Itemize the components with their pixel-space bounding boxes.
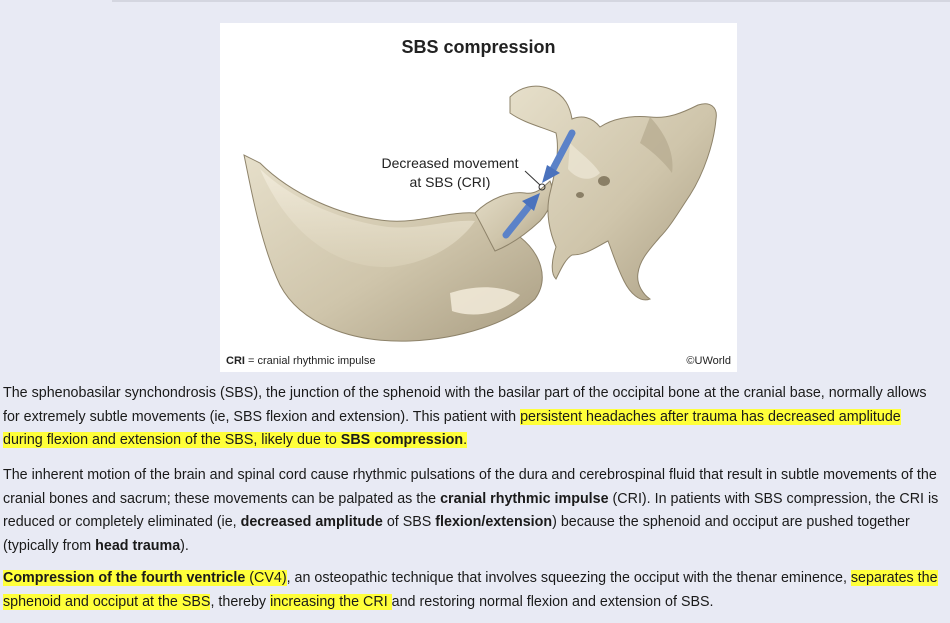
p2-bold-flexion-extension: flexion/extension <box>435 514 553 530</box>
p1-bold-sbs-compression: SBS compression <box>340 432 464 448</box>
p2-bold-decreased-amplitude: decreased amplitude <box>240 514 383 530</box>
explanation-paragraph-3: Compression of the fourth ventricle (CV4… <box>3 567 943 614</box>
p3-text-7: and restoring normal flexion and extensi… <box>391 593 714 610</box>
p1-text-4: . <box>463 432 468 448</box>
p3-text-3: , an osteopathic technique that involves… <box>286 570 851 586</box>
p3-highlight-increasing-cri: increasing the CRI <box>270 593 392 610</box>
figure-caption: CRI = cranial rhythmic impulse <box>226 355 375 367</box>
callout-line-1: Decreased movement <box>381 155 519 171</box>
sbs-compression-figure: SBS compression Decreased movement at SB… <box>220 23 737 372</box>
p3-cv4-abbr: (CV4) <box>245 570 287 586</box>
caption-abbr: CRI <box>226 355 245 367</box>
p2-text-5: of SBS <box>382 514 436 530</box>
p2-bold-cri: cranial rhythmic impulse <box>440 490 609 507</box>
callout-label: Decreased movement at SBS (CRI) <box>370 154 530 192</box>
explanation-paragraph-2: The inherent motion of the brain and spi… <box>3 464 943 558</box>
explanation-paragraph-1: The sphenobasilar synchondrosis (SBS), t… <box>3 382 943 453</box>
p2-bold-head-trauma: head trauma <box>95 537 181 554</box>
p3-bold-cv4: Compression of the fourth ventricle <box>3 570 246 586</box>
top-divider <box>112 0 950 2</box>
p3-text-5: , thereby <box>210 593 271 610</box>
p2-text-9: ). <box>180 537 189 554</box>
figure-credit: ©UWorld <box>686 355 731 367</box>
callout-line-2: at SBS (CRI) <box>409 174 491 190</box>
caption-text: = cranial rhythmic impulse <box>244 355 376 367</box>
skull-base-illustration <box>243 85 717 342</box>
figure-title: SBS compression <box>401 37 556 57</box>
